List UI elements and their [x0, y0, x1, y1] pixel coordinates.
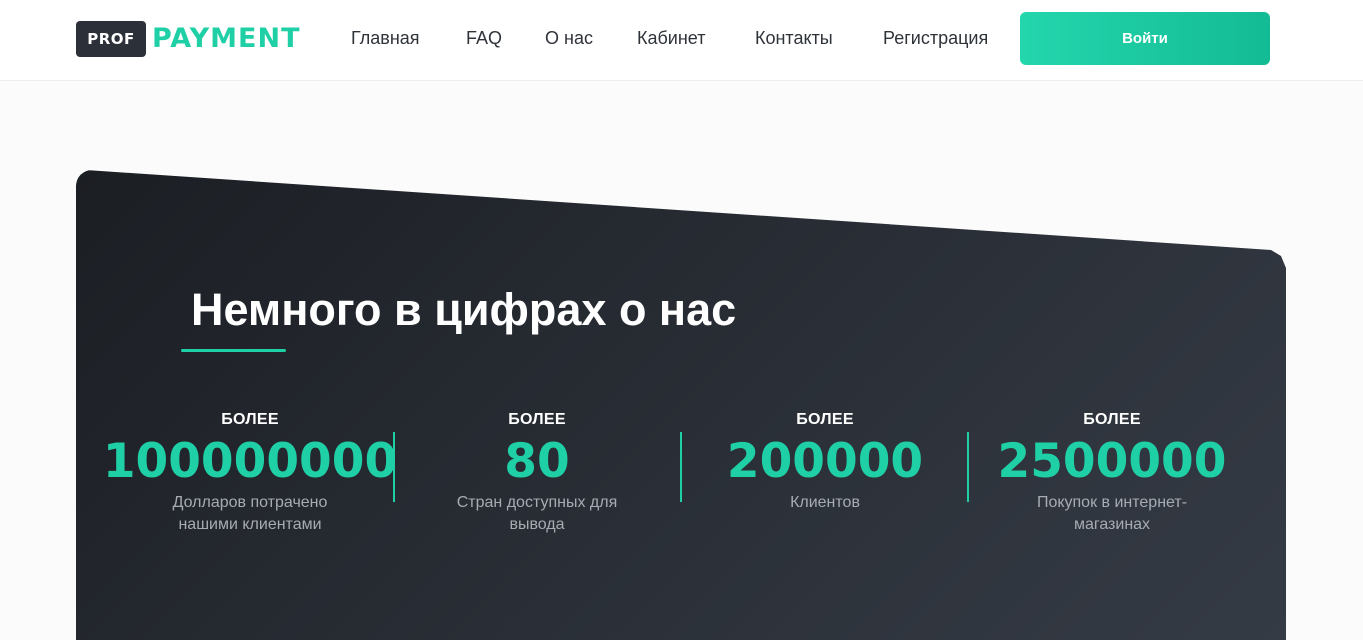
stat-description: Долларов потрачено нашими клиентами	[172, 494, 328, 533]
stat-prefix: БОЛЕЕ	[796, 411, 854, 428]
stat-description: Стран доступных для вывода	[456, 494, 618, 533]
stat-item-countries: БОЛЕЕ 80 Стран доступных для вывода	[387, 410, 687, 536]
stats-panel-background	[76, 170, 1286, 640]
stat-prefix: БОЛЕЕ	[508, 411, 566, 428]
stat-value: 80	[504, 434, 570, 489]
title-underline	[181, 349, 286, 352]
stat-value: 100000000	[102, 434, 398, 489]
logo-box: PROF	[76, 21, 146, 57]
nav-item-contacts[interactable]: Контакты	[755, 27, 833, 49]
stat-description: Покупок в интернет-магазинах	[1036, 494, 1188, 533]
logo-text: PAYMENT	[152, 23, 301, 54]
section-title: Немного в цифрах о нас	[191, 284, 737, 335]
stat-prefix: БОЛЕЕ	[221, 411, 279, 428]
nav-item-faq[interactable]: FAQ	[466, 27, 502, 49]
nav-item-home[interactable]: Главная	[351, 27, 420, 49]
stat-item-purchases: БОЛЕЕ 2500000 Покупок в интернет-магазин…	[962, 410, 1262, 536]
stat-description: Клиентов	[790, 494, 860, 511]
logo[interactable]: PROF PAYMENT	[76, 21, 301, 57]
site-header: PROF PAYMENT Главная FAQ О нас Кабинет К…	[0, 0, 1363, 81]
stat-value: 200000	[726, 434, 924, 489]
stat-item-dollars: БОЛЕЕ 100000000 Долларов потрачено нашим…	[100, 410, 400, 536]
nav-item-registration[interactable]: Регистрация	[883, 27, 988, 49]
stat-item-clients: БОЛЕЕ 200000 Клиентов	[675, 410, 975, 514]
stat-value: 2500000	[997, 434, 1227, 489]
nav-item-about[interactable]: О нас	[545, 27, 593, 49]
nav-item-cabinet[interactable]: Кабинет	[637, 27, 705, 49]
stat-prefix: БОЛЕЕ	[1083, 411, 1141, 428]
login-button[interactable]: Войти	[1020, 12, 1270, 65]
